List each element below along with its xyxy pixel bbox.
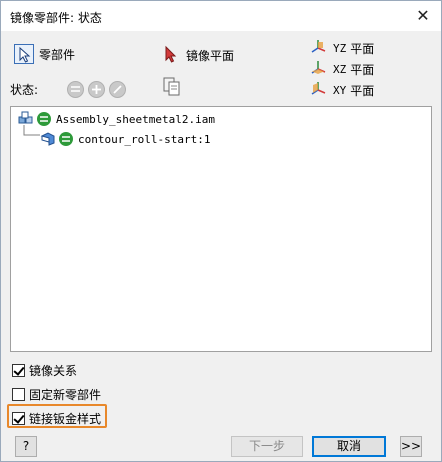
close-button[interactable]: ✕: [413, 6, 433, 26]
mirror-plane-select-button[interactable]: 镜像平面: [161, 45, 234, 65]
mirror-components-dialog: 镜像零部件: 状态 ✕ 零部件 镜像平面 YZ 平面 XZ 平面 XY 平面 状…: [0, 0, 442, 462]
tree-row-child[interactable]: contour_roll-start:1: [40, 131, 210, 147]
axis-triad-icon: [309, 38, 329, 58]
status-label: 状态:: [10, 83, 39, 97]
dialog-title: 镜像零部件: 状态: [10, 11, 102, 25]
components-label: 零部件: [39, 47, 76, 62]
status-mirror-icon[interactable]: [67, 81, 84, 98]
plane-xy-label: 平面: [350, 83, 375, 98]
axis-triad-icon: [309, 59, 329, 79]
tree-root-label: Assembly_sheetmetal2.iam: [56, 112, 215, 126]
copy-icon[interactable]: [163, 77, 181, 97]
select-arrow-icon: [14, 44, 34, 64]
mirror-status-icon[interactable]: [58, 131, 74, 147]
link-sheetmetal-style-checkbox[interactable]: [12, 412, 25, 425]
tree-connector: [23, 125, 40, 136]
help-button[interactable]: ?: [15, 436, 37, 457]
plane-xy-button[interactable]: XY 平面: [309, 80, 374, 100]
title-bar: 镜像零部件: 状态 ✕: [1, 1, 441, 31]
next-button[interactable]: 下一步: [231, 436, 303, 457]
mirror-relations-label: 镜像关系: [29, 364, 78, 378]
plane-xz-code: XZ: [333, 62, 347, 76]
components-select-button[interactable]: 零部件: [14, 44, 75, 64]
plane-xz-label: 平面: [350, 62, 375, 77]
plane-select-arrow-icon: [161, 45, 181, 65]
mirror-plane-label: 镜像平面: [186, 48, 235, 63]
part-icon: [40, 131, 56, 147]
axis-triad-icon: [309, 80, 329, 100]
cancel-button[interactable]: 取消: [312, 436, 386, 457]
tree-row-root[interactable]: Assembly_sheetmetal2.iam: [18, 111, 215, 127]
tree-child-label: contour_roll-start:1: [78, 132, 211, 146]
status-reuse-icon[interactable]: [88, 81, 105, 98]
plane-xy-code: XY: [333, 83, 347, 97]
plane-yz-button[interactable]: YZ 平面: [309, 38, 374, 58]
mirror-relations-option[interactable]: 镜像关系: [12, 362, 77, 379]
help-icon: ?: [22, 439, 30, 453]
plane-yz-label: 平面: [350, 41, 375, 56]
link-sheetmetal-style-option[interactable]: 链接钣金样式: [12, 410, 101, 427]
fix-new-components-checkbox[interactable]: [12, 388, 25, 401]
plane-xz-button[interactable]: XZ 平面: [309, 59, 374, 79]
fix-new-components-label: 固定新零部件: [29, 388, 102, 402]
expand-button[interactable]: >>: [400, 436, 422, 457]
plane-yz-code: YZ: [333, 41, 347, 55]
mirror-relations-checkbox[interactable]: [12, 364, 25, 377]
fix-new-components-option[interactable]: 固定新零部件: [12, 386, 101, 403]
status-exclude-icon[interactable]: [109, 81, 126, 98]
component-tree[interactable]: Assembly_sheetmetal2.iam contour_roll-st…: [10, 106, 432, 352]
link-sheetmetal-style-label: 链接钣金样式: [29, 412, 102, 426]
